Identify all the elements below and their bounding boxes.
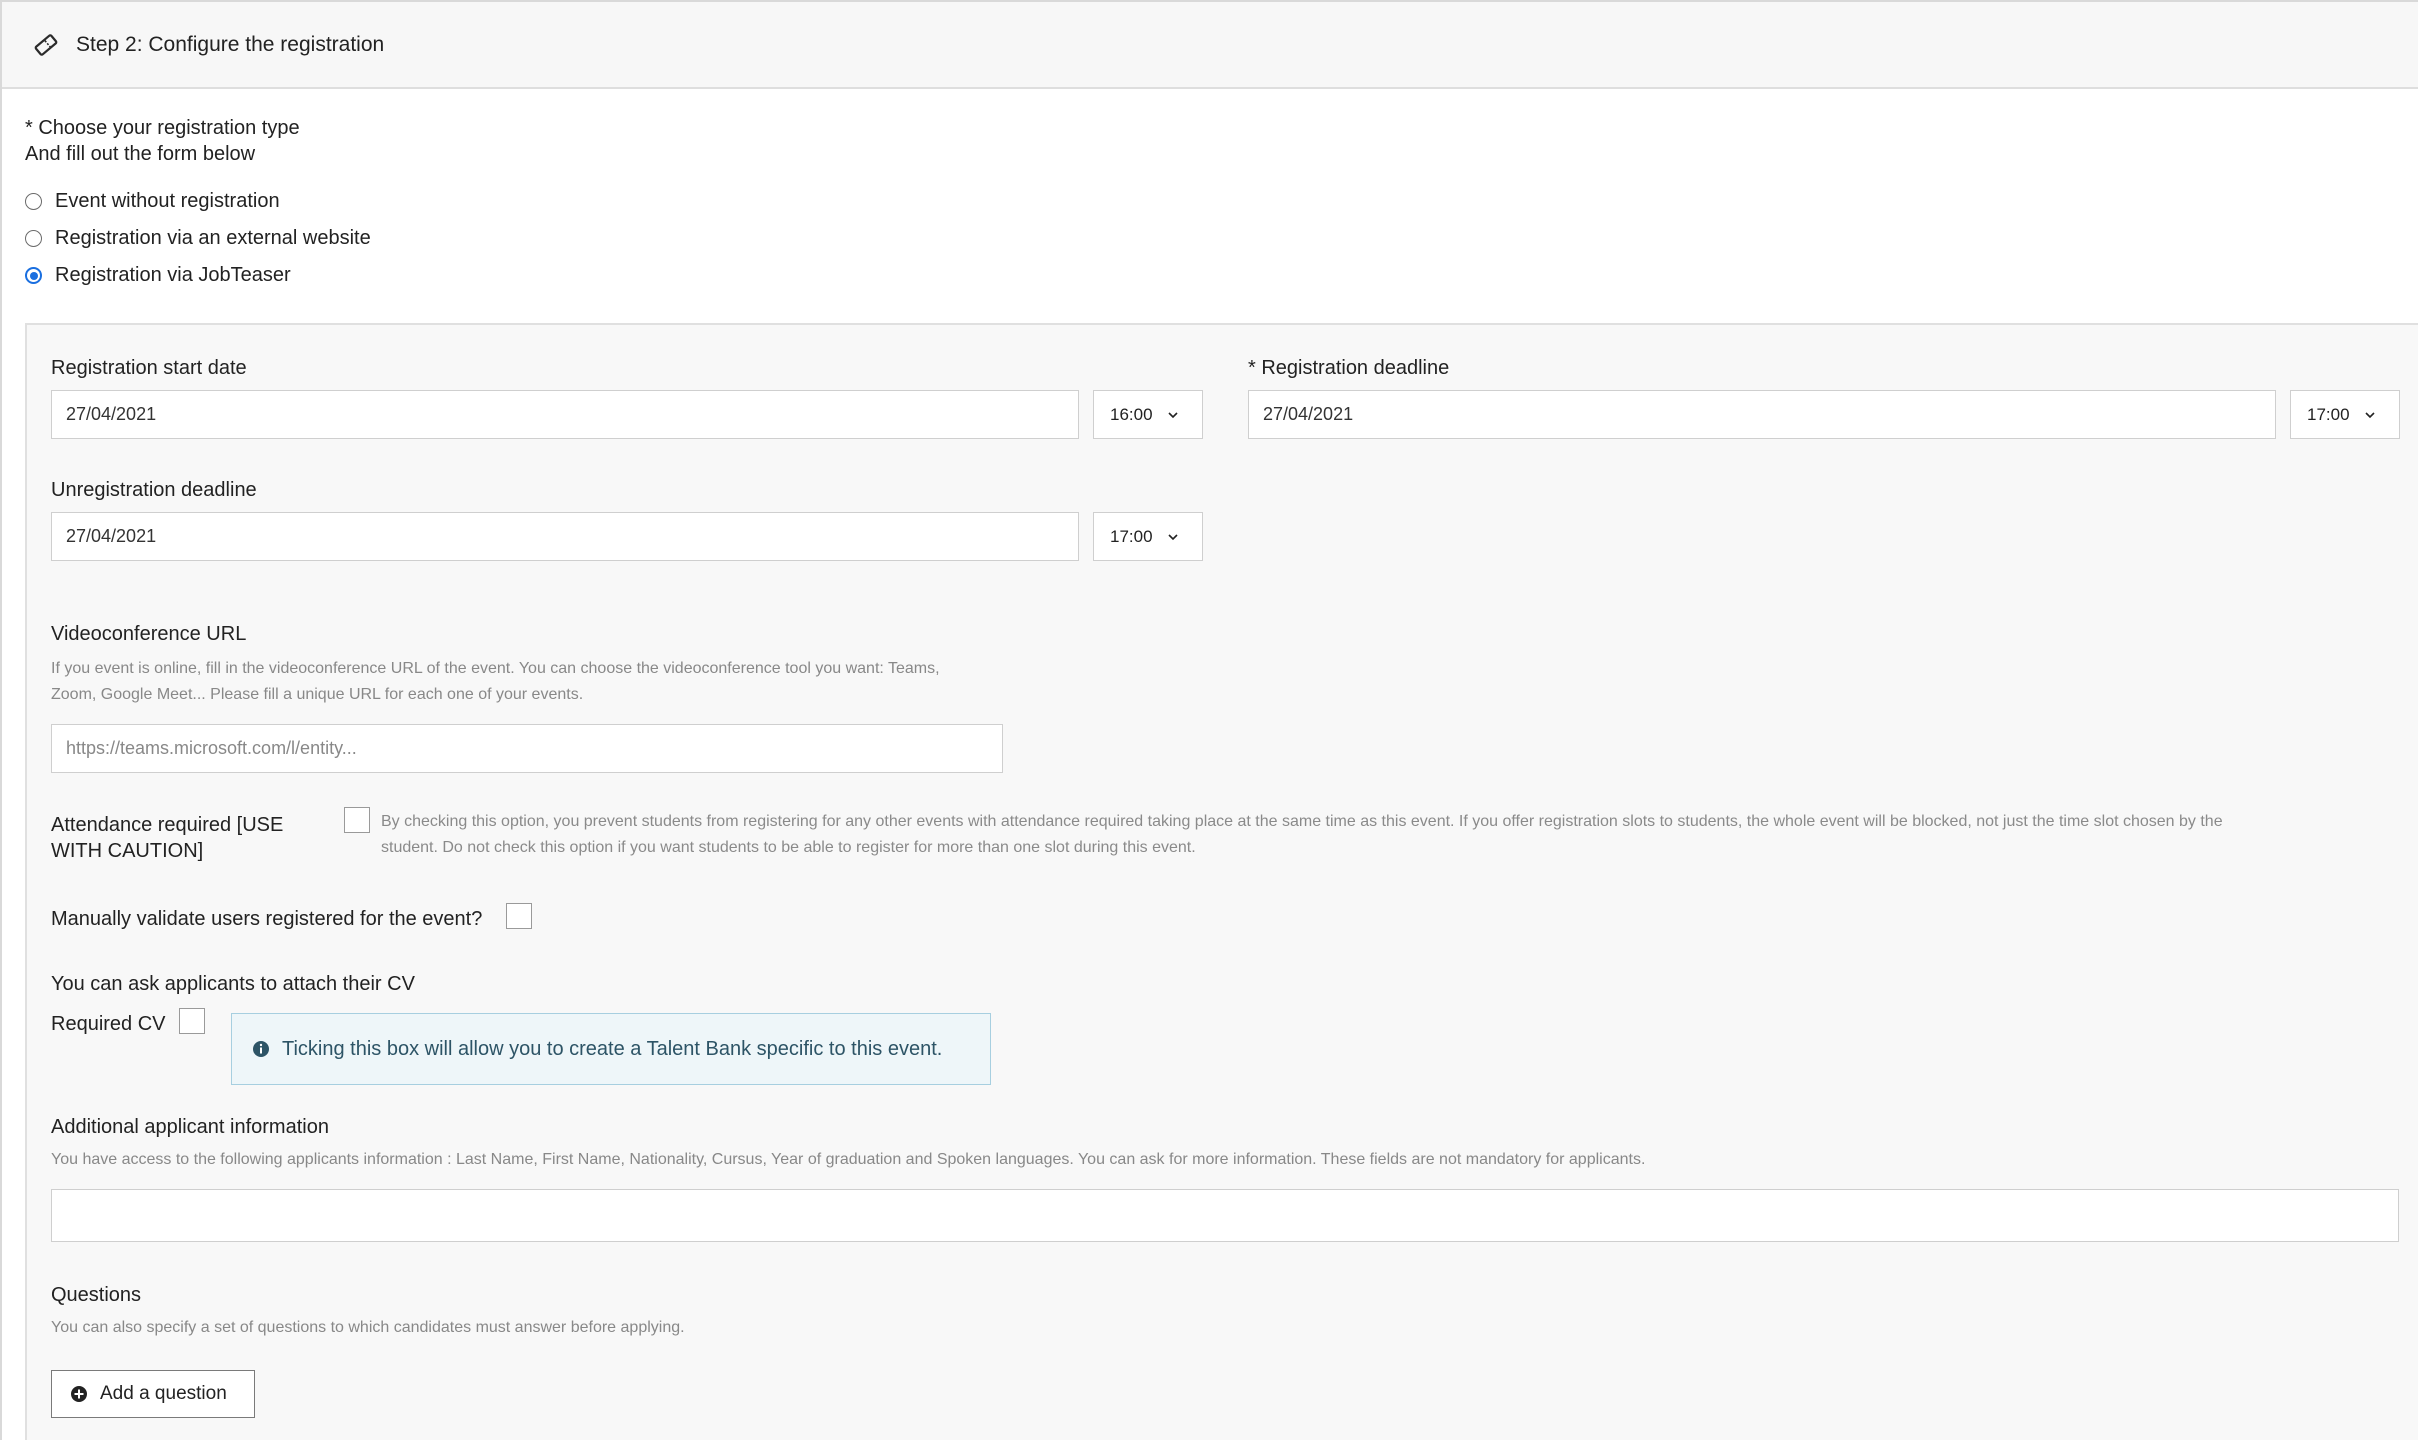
deadline-time-select[interactable]: 17:00 bbox=[2290, 390, 2400, 439]
attendance-checkbox[interactable] bbox=[344, 807, 370, 833]
option-label: Registration via JobTeaser bbox=[55, 264, 291, 286]
radio-jobteaser[interactable] bbox=[25, 267, 42, 284]
registration-type-subprompt: And fill out the form below bbox=[25, 143, 256, 165]
required-cv-checkbox[interactable] bbox=[179, 1008, 205, 1034]
deadline-time-value: 17:00 bbox=[2307, 404, 2350, 424]
cv-intro: You can ask applicants to attach their C… bbox=[51, 973, 415, 995]
registration-config-page: Step 2: Configure the registration * Cho… bbox=[0, 0, 2418, 1440]
attendance-label-line: WITH CAUTION] bbox=[51, 840, 204, 862]
videoconference-help-2: Zoom, Google Meet... Please fill a uniqu… bbox=[51, 686, 584, 703]
additional-info-label: Additional applicant information bbox=[51, 1116, 329, 1138]
talent-bank-info: Ticking this box will allow you to creat… bbox=[231, 1013, 991, 1085]
questions-help: You can also specify a set of questions … bbox=[51, 1319, 685, 1336]
additional-info-help: You have access to the following applica… bbox=[51, 1151, 1646, 1168]
talent-bank-info-text: Ticking this box will allow you to creat… bbox=[282, 1037, 943, 1060]
registration-type-options: Event without registration Registration … bbox=[25, 183, 2418, 294]
registration-form-panel: Registration start date 27/04/2021 16:00… bbox=[25, 323, 2418, 1440]
start-date-input[interactable]: 27/04/2021 bbox=[51, 390, 1079, 439]
manual-validation-label: Manually validate users registered for t… bbox=[51, 908, 483, 930]
chevron-down-icon bbox=[1167, 409, 1179, 421]
attendance-label: Attendance required [USE WITH CAUTION] bbox=[51, 812, 283, 864]
attendance-label-line: Attendance required [USE bbox=[51, 814, 284, 836]
step-title: Step 2: Configure the registration bbox=[76, 32, 385, 56]
option-no-registration[interactable]: Event without registration bbox=[25, 183, 2418, 220]
ticket-icon bbox=[34, 33, 58, 57]
manual-validation-checkbox[interactable] bbox=[506, 903, 532, 929]
add-question-button[interactable]: Add a question bbox=[51, 1370, 255, 1418]
unregistration-label: Unregistration deadline bbox=[51, 479, 257, 501]
questions-label: Questions bbox=[51, 1284, 142, 1306]
deadline-date-input[interactable]: 27/04/2021 bbox=[1248, 390, 2276, 439]
start-date-label: Registration start date bbox=[51, 357, 247, 379]
videoconference-label: Videoconference URL bbox=[51, 623, 247, 645]
radio-no-registration[interactable] bbox=[25, 193, 42, 210]
unregistration-date-input[interactable]: 27/04/2021 bbox=[51, 512, 1079, 561]
registration-type-section: * Choose your registration type And fill… bbox=[2, 89, 2418, 294]
attendance-help-line: student. Do not check this option if you… bbox=[381, 839, 1196, 856]
option-jobteaser[interactable]: Registration via JobTeaser bbox=[25, 257, 2418, 294]
info-icon bbox=[252, 1040, 270, 1058]
additional-info-input[interactable] bbox=[51, 1189, 2399, 1242]
option-label: Event without registration bbox=[55, 190, 280, 212]
unregistration-time-value: 17:00 bbox=[1110, 526, 1153, 546]
chevron-down-icon bbox=[2364, 409, 2376, 421]
attendance-help: By checking this option, you prevent stu… bbox=[381, 809, 2391, 861]
chevron-down-icon bbox=[1167, 531, 1179, 543]
start-time-select[interactable]: 16:00 bbox=[1093, 390, 1203, 439]
deadline-label: * Registration deadline bbox=[1248, 357, 1450, 379]
unregistration-time-select[interactable]: 17:00 bbox=[1093, 512, 1203, 561]
add-question-label: Add a question bbox=[100, 1383, 227, 1404]
registration-type-prompt: * Choose your registration type bbox=[25, 117, 300, 139]
videoconference-url-input[interactable]: https://teams.microsoft.com/l/entity... bbox=[51, 724, 1003, 773]
option-external-website[interactable]: Registration via an external website bbox=[25, 220, 2418, 257]
option-label: Registration via an external website bbox=[55, 227, 371, 249]
radio-external-website[interactable] bbox=[25, 230, 42, 247]
plus-circle-icon bbox=[70, 1385, 88, 1403]
required-cv-label: Required CV bbox=[51, 1013, 166, 1035]
start-time-value: 16:00 bbox=[1110, 404, 1153, 424]
step-header: Step 2: Configure the registration bbox=[2, 2, 2418, 89]
attendance-help-line: By checking this option, you prevent stu… bbox=[381, 813, 2223, 830]
videoconference-help-1: If you event is online, fill in the vide… bbox=[51, 660, 940, 677]
